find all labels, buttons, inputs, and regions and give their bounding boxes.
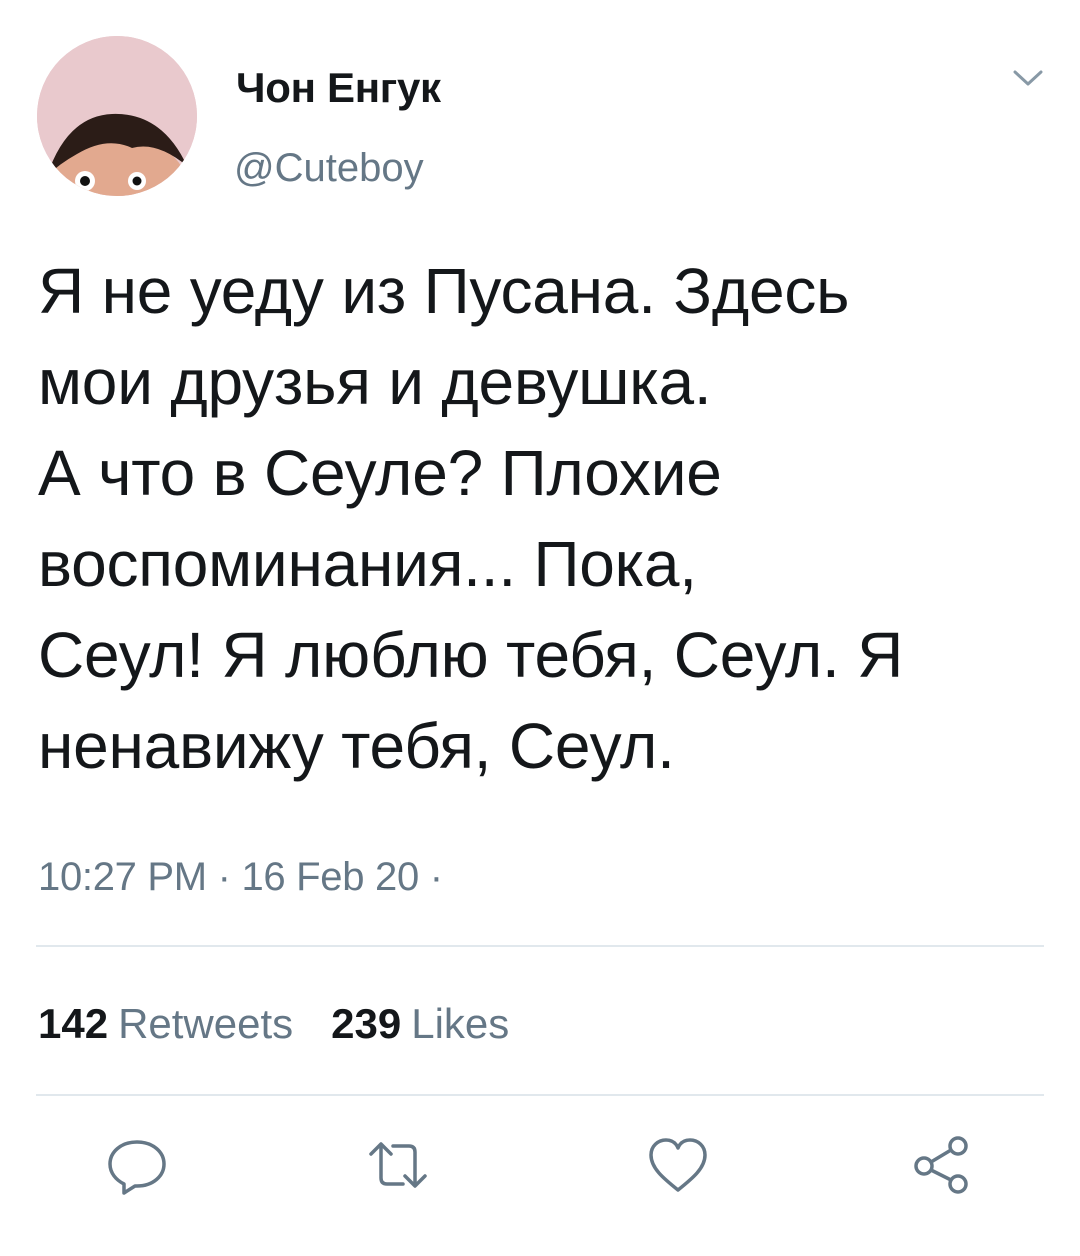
reply-button[interactable]	[102, 1130, 172, 1200]
retweets-stat[interactable]: 142 Retweets	[38, 1000, 293, 1048]
user-handle[interactable]: @Cuteboy	[234, 146, 424, 191]
divider	[36, 1094, 1044, 1096]
share-icon	[914, 1136, 968, 1194]
retweets-count: 142	[38, 1000, 109, 1047]
retweets-label: Retweets	[118, 1000, 294, 1047]
tweet-text: Я не уеду из Пусана. Здесь мои друзья и …	[38, 255, 904, 782]
display-name[interactable]: Чон Енгук	[236, 64, 441, 112]
action-bar	[0, 1130, 1080, 1210]
likes-stat[interactable]: 239 Likes	[331, 1000, 509, 1048]
heart-icon	[649, 1138, 707, 1192]
tweet-stats: 142 Retweets 239 Likes	[38, 1000, 509, 1048]
avatar-image	[37, 36, 197, 196]
divider	[36, 945, 1044, 947]
tweet-detail: Чон Енгук @Cuteboy Я не уеду из Пусана. …	[0, 0, 1080, 1256]
chevron-down-icon[interactable]	[1010, 64, 1046, 92]
retweet-button[interactable]	[363, 1130, 433, 1200]
likes-label: Likes	[411, 1000, 510, 1047]
retweet-icon	[369, 1142, 427, 1188]
avatar[interactable]	[37, 36, 197, 196]
reply-icon	[108, 1140, 166, 1195]
likes-count: 239	[331, 1000, 402, 1047]
share-button[interactable]	[906, 1130, 976, 1200]
tweet-timestamp[interactable]: 10:27 PM · 16 Feb 20 ·	[38, 855, 443, 900]
like-button[interactable]	[643, 1130, 713, 1200]
